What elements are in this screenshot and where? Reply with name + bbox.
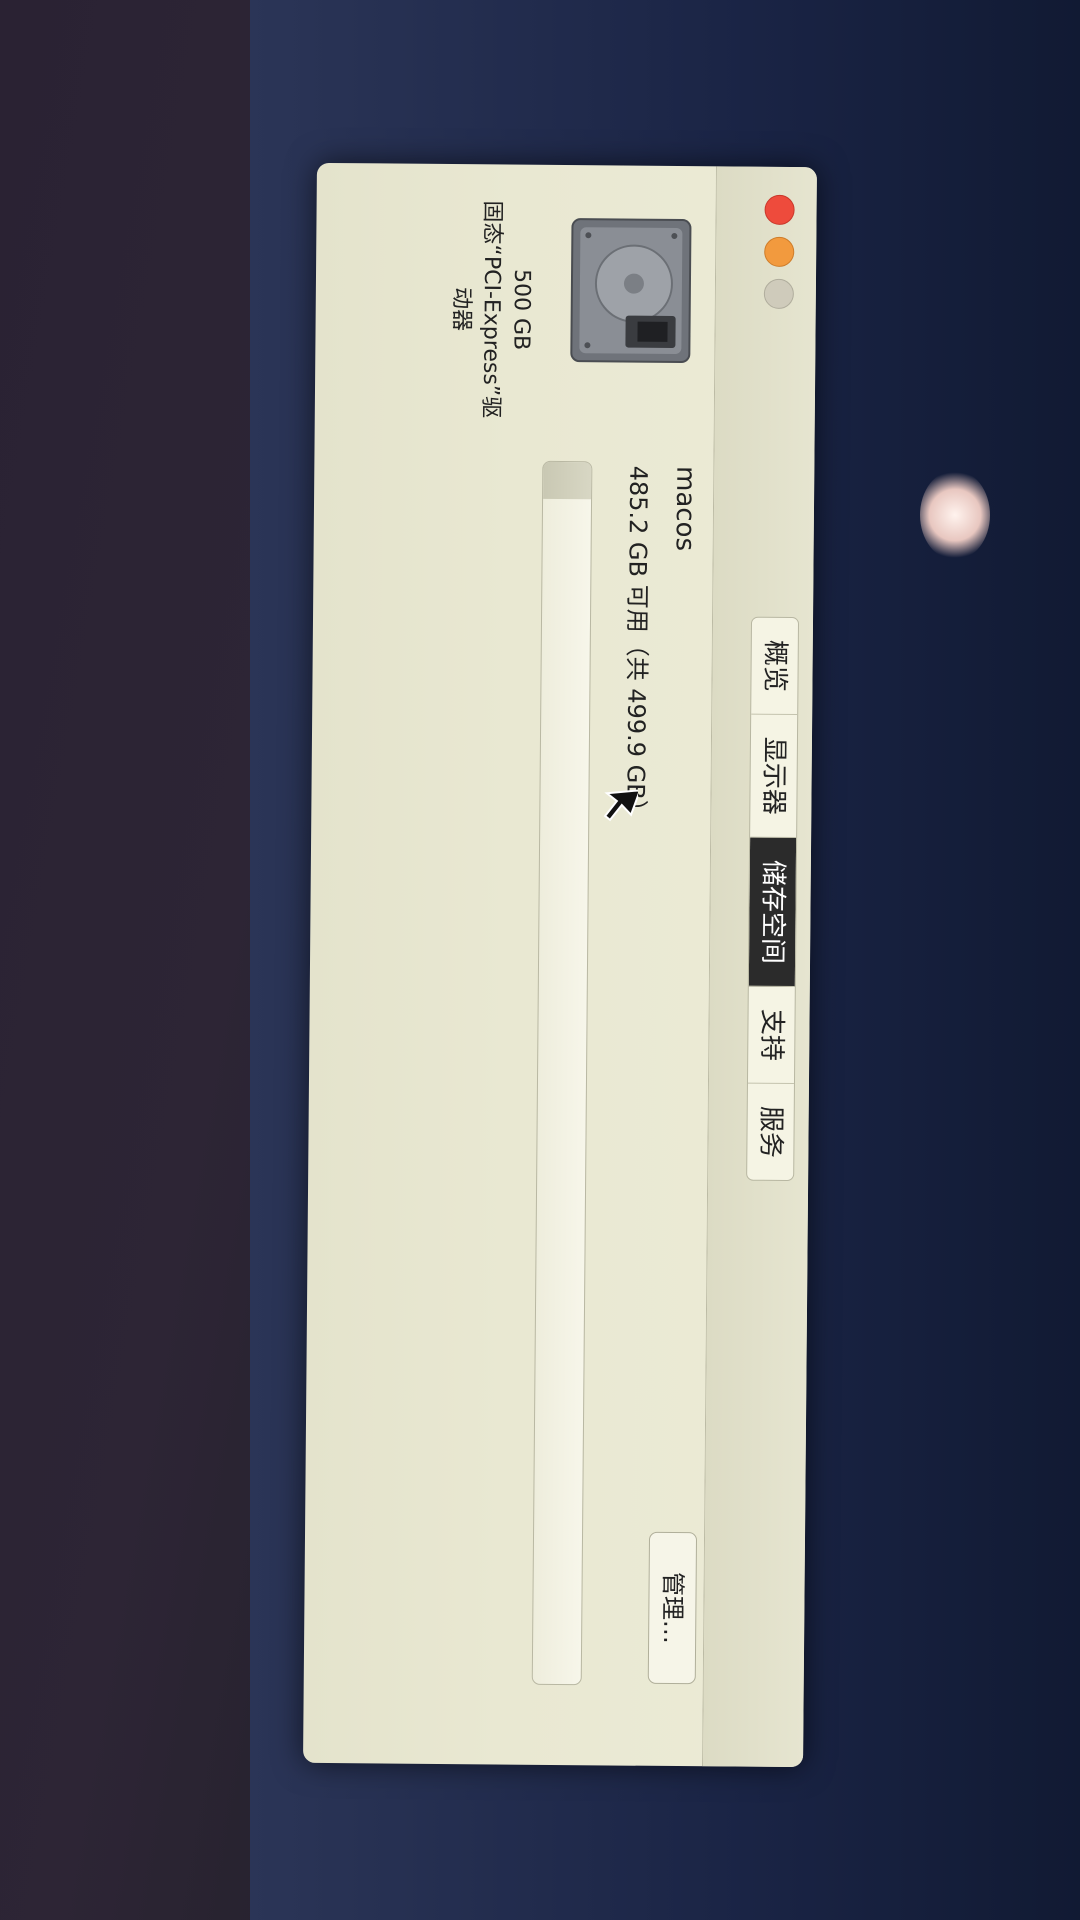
tab-service[interactable]: 服务 xyxy=(747,1084,794,1180)
tab-displays[interactable]: 显示器 xyxy=(750,714,798,839)
tab-overview[interactable]: 概览 xyxy=(751,617,799,716)
tab-storage[interactable]: 储存空间 xyxy=(748,837,797,988)
screen-glare xyxy=(920,470,990,560)
volume-available: 485.2 GB 可用（共 499.9 GB） xyxy=(621,465,653,824)
close-button[interactable] xyxy=(764,194,795,226)
hard-drive-icon xyxy=(570,218,692,364)
drive-type: 固态“PCI-Express”驱动器 xyxy=(448,200,505,419)
drive-caption: 500 GB 固态“PCI-Express”驱动器 xyxy=(445,194,537,425)
storage-usage-fill xyxy=(543,461,592,499)
mouse-cursor-icon xyxy=(603,789,638,822)
tab-bar: 概览 显示器 储存空间 支持 服务 xyxy=(746,616,800,1182)
tab-support[interactable]: 支持 xyxy=(747,986,795,1085)
manage-button[interactable]: 管理… xyxy=(647,1531,698,1685)
about-this-mac-window: 概览 显示器 储存空间 支持 服务 500 GB 固态“PCI-Express”… xyxy=(303,162,817,1768)
zoom-button[interactable] xyxy=(763,278,794,310)
window-titlebar: 概览 显示器 储存空间 支持 服务 xyxy=(702,166,817,1768)
storage-usage-bar xyxy=(531,460,593,1686)
drive-capacity: 500 GB xyxy=(508,268,535,351)
volume-name: macos xyxy=(669,465,701,552)
minimize-button[interactable] xyxy=(764,236,795,268)
storage-panel: 500 GB 固态“PCI-Express”驱动器 macos 485.2 GB… xyxy=(303,163,717,1766)
